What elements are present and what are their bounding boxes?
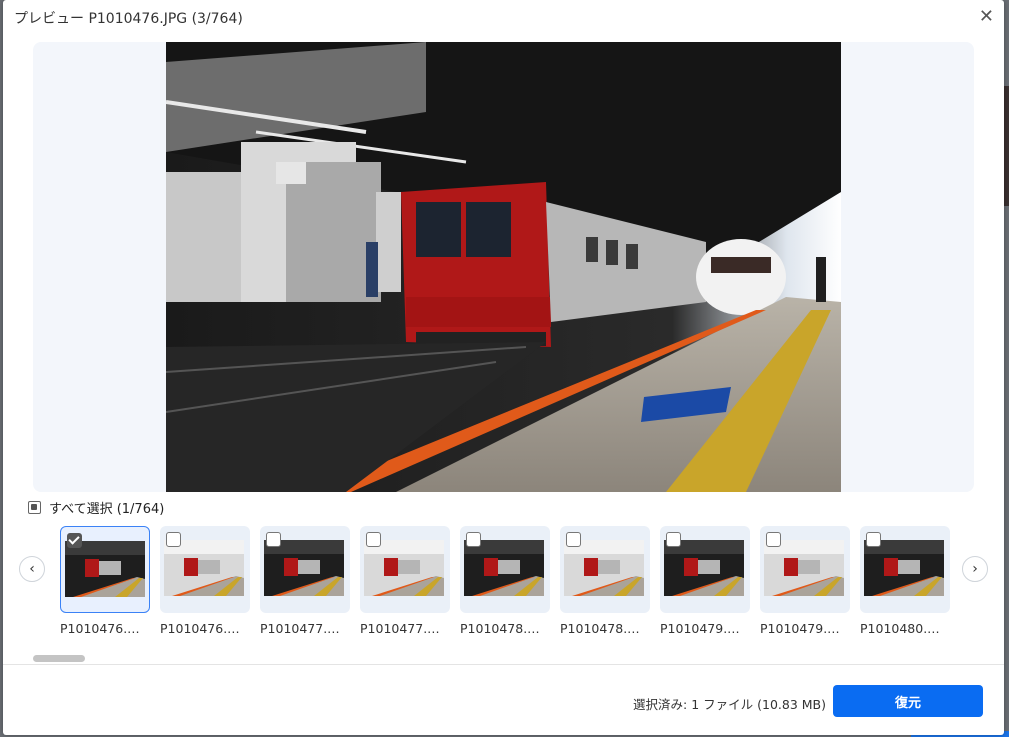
- thumbnail-item[interactable]: [860, 526, 950, 613]
- thumbnail-label: P1010478.…: [460, 621, 540, 636]
- thumbnail-item[interactable]: [660, 526, 750, 613]
- thumbnail-item[interactable]: [360, 526, 450, 613]
- thumbnail-checkbox[interactable]: [566, 532, 581, 547]
- select-all[interactable]: すべて選択 (1/764): [28, 498, 164, 517]
- chevron-left-icon[interactable]: ‹: [19, 556, 45, 582]
- preview-image: [166, 42, 841, 492]
- thumbnail-checkbox[interactable]: [666, 532, 681, 547]
- thumbnail-checkbox[interactable]: [67, 533, 82, 548]
- thumbnail-label: P1010476.…: [60, 621, 140, 636]
- thumbnail-image: [464, 540, 544, 596]
- thumbnail-checkbox[interactable]: [466, 532, 481, 547]
- thumbnail-image: [664, 540, 744, 596]
- close-icon[interactable]: ✕: [979, 6, 994, 27]
- restore-button[interactable]: 復元: [833, 685, 983, 717]
- select-all-checkbox[interactable]: [28, 501, 41, 514]
- thumbnail-label: P1010479.…: [660, 621, 740, 636]
- thumbnail-checkbox[interactable]: [266, 532, 281, 547]
- thumbnail-image: [164, 540, 244, 596]
- thumbnail-label: P1010477.…: [360, 621, 440, 636]
- thumbnail-label: P1010478.…: [560, 621, 640, 636]
- thumbnail-item[interactable]: [760, 526, 850, 613]
- thumbnail-label: P1010479.…: [760, 621, 840, 636]
- thumbnail-label: P1010477.…: [260, 621, 340, 636]
- thumbnail-image: [864, 540, 944, 596]
- thumbnail-item[interactable]: [60, 526, 150, 613]
- thumbnail-image: [764, 540, 844, 596]
- select-all-label: すべて選択 (1/764): [49, 502, 165, 517]
- thumbnail-label: P1010476.…: [160, 621, 240, 636]
- preview-area: [33, 42, 974, 492]
- dialog-title: プレビュー P1010476.JPG (3/764): [14, 11, 243, 27]
- thumbnail-checkbox[interactable]: [866, 532, 881, 547]
- chevron-right-icon[interactable]: ›: [962, 556, 988, 582]
- thumbnail-image: [264, 540, 344, 596]
- thumbnail-checkbox[interactable]: [766, 532, 781, 547]
- thumbnail-image: [564, 540, 644, 596]
- thumbnail-item[interactable]: [560, 526, 650, 613]
- thumbnail-item[interactable]: [160, 526, 250, 613]
- thumbnail-item[interactable]: [260, 526, 350, 613]
- thumbnail-checkbox[interactable]: [366, 532, 381, 547]
- thumbnail-label: P1010480.…: [860, 621, 940, 636]
- thumbnail-item[interactable]: [460, 526, 550, 613]
- footer-divider: [3, 664, 1004, 665]
- selection-status: 選択済み: 1 ファイル (10.83 MB): [633, 697, 826, 712]
- horizontal-scrollbar[interactable]: [33, 655, 85, 662]
- preview-dialog: プレビュー P1010476.JPG (3/764) ✕ すべて選択 (1/76…: [3, 0, 1004, 735]
- thumbnail-image: [65, 541, 145, 597]
- thumbnail-image: [364, 540, 444, 596]
- thumbnail-checkbox[interactable]: [166, 532, 181, 547]
